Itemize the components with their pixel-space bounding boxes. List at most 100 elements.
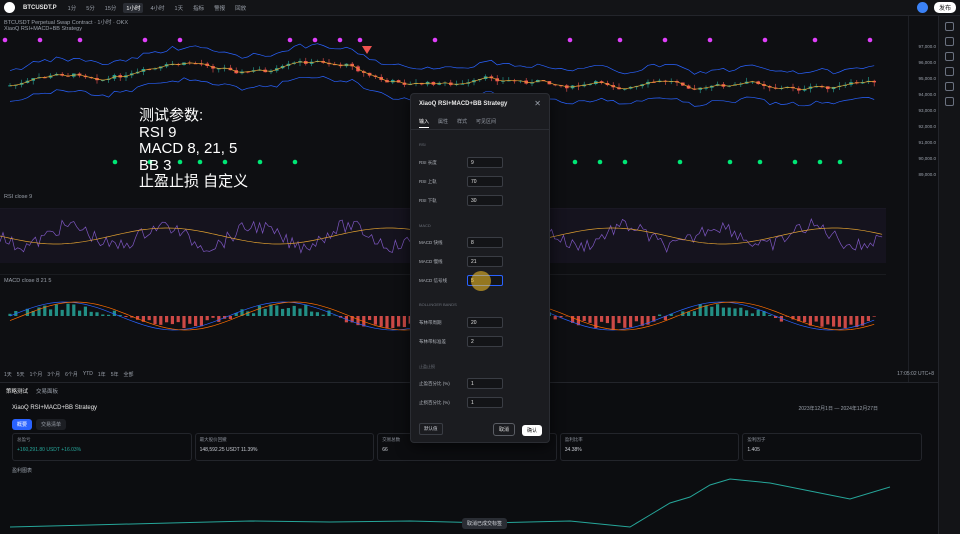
macd-histogram-bar [402, 316, 406, 328]
timeframe-1m[interactable]: 1分 [65, 3, 80, 13]
range-6m[interactable]: 6个月 [65, 371, 78, 378]
range-1m[interactable]: 1个月 [30, 371, 43, 378]
tab-trading-panel[interactable]: 交易面板 [36, 387, 58, 395]
timeframe-4h[interactable]: 4小时 [147, 3, 167, 13]
take-profit-input[interactable]: 1 [467, 378, 503, 389]
macd-histogram-bar [159, 316, 163, 325]
symbol-search[interactable]: BTCUSDT.P [19, 5, 61, 11]
macd-legend[interactable]: MACD close 8 21 5 [4, 278, 51, 284]
macd-histogram-bar [153, 316, 157, 325]
rsi-upper-input[interactable]: 70 [467, 176, 503, 187]
tab-properties[interactable]: 属性 [438, 118, 448, 128]
macd-histogram-bar [83, 306, 87, 316]
long-signal-dot [792, 159, 798, 165]
macd-slow-input[interactable]: 21 [467, 256, 503, 267]
stat-net-profit: 总盈亏 +160,291.80 USDT +16.03% [12, 433, 192, 461]
macd-histogram-bar [373, 316, 377, 325]
defaults-dropdown[interactable]: 默认值 [419, 423, 443, 435]
macd-histogram-bar [756, 309, 760, 316]
macd-histogram-bar [194, 316, 198, 327]
date-range[interactable]: 2023年12月1日 — 2024年12月27日 [799, 405, 879, 412]
news-icon[interactable] [945, 67, 954, 76]
alert-button[interactable]: 警报 [211, 3, 228, 13]
subtab-overview[interactable]: 概要 [12, 419, 33, 430]
macd-histogram-bar [605, 316, 609, 324]
chat-icon[interactable] [945, 97, 954, 106]
macd-histogram-bar [217, 316, 221, 322]
range-all[interactable]: 全部 [123, 371, 133, 378]
range-buttons: 1天 5天 1个月 3个月 6个月 YTD 1年 5年 全部 [4, 371, 133, 378]
replay-button[interactable]: 回放 [232, 3, 249, 13]
section-tpsl: 止盈止损 [419, 364, 435, 369]
rsi-legend[interactable]: RSI close 9 [4, 194, 32, 200]
macd-histogram-bar [849, 316, 853, 325]
app-logo-icon[interactable] [4, 2, 15, 13]
timeframe-15m[interactable]: 15分 [102, 3, 120, 13]
short-signal-dot [662, 37, 668, 43]
close-icon[interactable]: ✕ [534, 99, 541, 108]
macd-histogram-bar [692, 311, 696, 316]
short-signal-dot [287, 37, 293, 43]
strategy-legend[interactable]: XiaoQ RSI+MACD+BB Strategy [4, 26, 82, 32]
clock[interactable]: 17:05:02 UTC+8 [897, 371, 934, 377]
clear-labels-button[interactable]: 取消已成交标签 [462, 518, 508, 529]
section-rsi: RSI [419, 142, 426, 147]
short-signal-dot [867, 37, 873, 43]
stop-loss-input[interactable]: 1 [467, 397, 503, 408]
field-rsi-lower: RSI 下轨 30 [419, 195, 543, 207]
ok-button[interactable]: 确认 [521, 425, 542, 436]
range-5d[interactable]: 5天 [17, 371, 25, 378]
range-5y[interactable]: 5年 [111, 371, 119, 378]
price-scale[interactable]: 97,000.0 96,000.0 95,000.0 94,000.0 93,0… [908, 16, 938, 382]
macd-histogram-bar [321, 314, 325, 316]
watchlist-icon[interactable] [945, 22, 954, 31]
macd-histogram-bar [263, 308, 267, 316]
tab-strategy-tester[interactable]: 策略测试 [6, 387, 28, 395]
range-1y[interactable]: 1年 [98, 371, 106, 378]
cancel-button[interactable]: 取消 [492, 423, 515, 436]
subtab-trades[interactable]: 交易清单 [36, 419, 67, 430]
section-bollinger: BOLLINGER BANDS [419, 302, 457, 307]
macd-histogram-bar [611, 316, 615, 330]
macd-histogram-bar [89, 311, 93, 316]
indicators-button[interactable]: 指标 [190, 3, 207, 13]
macd-histogram-bar [727, 307, 731, 316]
price-label: 94,000.0 [918, 92, 936, 97]
macd-histogram-bar [710, 306, 714, 316]
strategy-name[interactable]: XiaoQ RSI+MACD+BB Strategy [12, 405, 97, 411]
macd-fast-input[interactable]: 8 [467, 237, 503, 248]
range-1d[interactable]: 1天 [4, 371, 12, 378]
field-macd-fast: MACD 快线 8 [419, 237, 543, 249]
avatar[interactable] [916, 2, 928, 13]
long-signal-dot [257, 159, 263, 165]
equity-curve-svg [10, 478, 891, 528]
timeframe-1h[interactable]: 1小时 [123, 2, 144, 13]
macd-histogram-bar [832, 316, 836, 327]
timeframe-1d[interactable]: 1天 [172, 3, 187, 13]
bb-length-input[interactable]: 20 [467, 317, 503, 328]
tab-inputs[interactable]: 输入 [419, 118, 430, 128]
macd-histogram-bar [704, 305, 708, 316]
short-signal-dot [77, 37, 83, 43]
share-button[interactable]: 发布 [933, 2, 956, 13]
tab-visibility[interactable]: 可见区间 [476, 118, 496, 128]
short-signal-dot [37, 37, 43, 43]
macd-histogram-bar [292, 305, 296, 316]
field-bb-length: 布林带周期 20 [419, 317, 543, 329]
macd-histogram-bar [379, 316, 383, 327]
price-label: 89,000.0 [918, 172, 936, 177]
bb-stddev-input[interactable]: 2 [467, 336, 503, 347]
data-window-icon[interactable] [945, 52, 954, 61]
macd-histogram-bar [228, 316, 232, 319]
strategy-settings-dialog: XiaoQ RSI+MACD+BB Strategy ✕ 输入 属性 样式 可见… [410, 93, 550, 443]
range-3m[interactable]: 3个月 [47, 371, 60, 378]
range-ytd[interactable]: YTD [83, 371, 93, 378]
alerts-icon[interactable] [945, 37, 954, 46]
tab-style[interactable]: 样式 [457, 118, 467, 128]
rsi-lower-input[interactable]: 30 [467, 195, 503, 206]
rsi-length-input[interactable]: 9 [467, 157, 503, 168]
calendar-icon[interactable] [945, 82, 954, 91]
macd-histogram-bar [257, 305, 261, 316]
timeframe-5m[interactable]: 5分 [83, 3, 98, 13]
macd-histogram-bar [205, 316, 209, 321]
